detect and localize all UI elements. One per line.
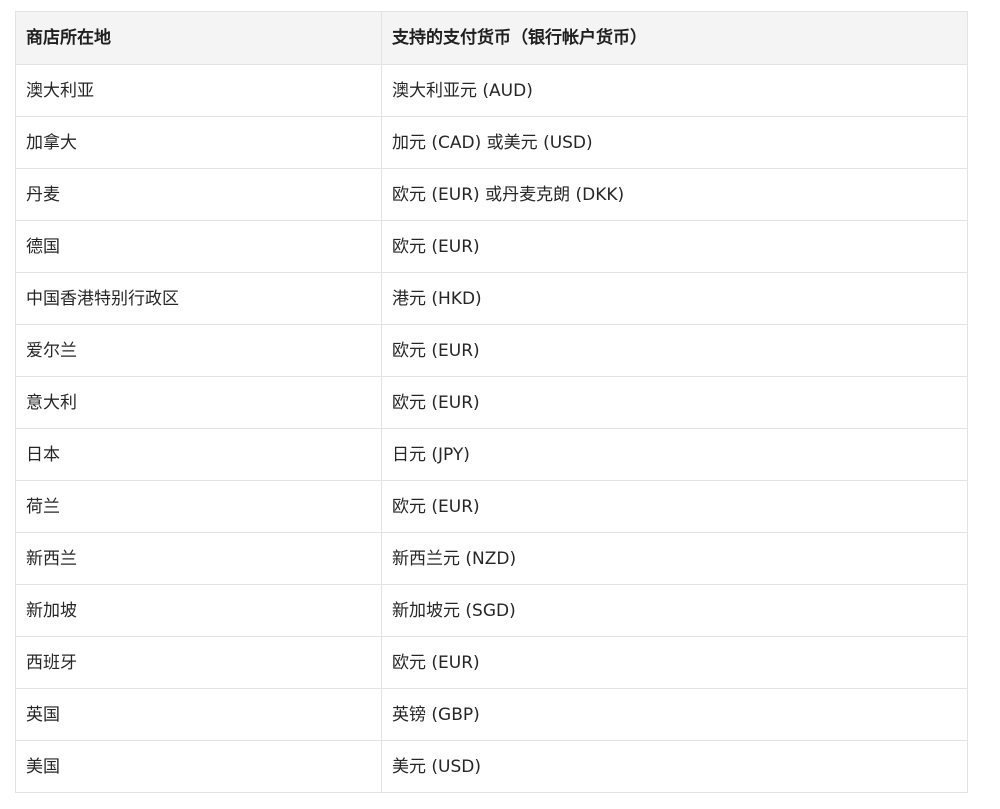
table-row: 日本 日元 (JPY)	[15, 428, 968, 481]
table-row: 新西兰 新西兰元 (NZD)	[15, 532, 968, 585]
store-location-cell: 新加坡	[15, 584, 382, 637]
table-header: 商店所在地 支持的支付货币（银行帐户货币）	[15, 11, 968, 65]
store-location-cell: 加拿大	[15, 116, 382, 169]
store-location-cell: 中国香港特别行政区	[15, 272, 382, 325]
store-location-cell: 西班牙	[15, 636, 382, 689]
table-header-row: 商店所在地 支持的支付货币（银行帐户货币）	[15, 11, 968, 65]
header-supported-currency: 支持的支付货币（银行帐户货币）	[381, 11, 968, 65]
table-row: 加拿大 加元 (CAD) 或美元 (USD)	[15, 116, 968, 169]
currency-cell: 欧元 (EUR)	[381, 324, 968, 377]
header-store-location: 商店所在地	[15, 11, 382, 65]
currency-cell: 澳大利亚元 (AUD)	[381, 64, 968, 117]
table-row: 英国 英镑 (GBP)	[15, 688, 968, 741]
store-location-cell: 澳大利亚	[15, 64, 382, 117]
table-row: 美国 美元 (USD)	[15, 740, 968, 793]
table-row: 西班牙 欧元 (EUR)	[15, 636, 968, 689]
store-location-cell: 丹麦	[15, 168, 382, 221]
currency-cell: 美元 (USD)	[381, 740, 968, 793]
store-location-cell: 意大利	[15, 376, 382, 429]
currency-cell: 港元 (HKD)	[381, 272, 968, 325]
currency-cell: 新西兰元 (NZD)	[381, 532, 968, 585]
currency-table-container: 商店所在地 支持的支付货币（银行帐户货币） 澳大利亚 澳大利亚元 (AUD) 加…	[15, 11, 968, 793]
supported-currency-table: 商店所在地 支持的支付货币（银行帐户货币） 澳大利亚 澳大利亚元 (AUD) 加…	[15, 11, 968, 793]
currency-cell: 加元 (CAD) 或美元 (USD)	[381, 116, 968, 169]
store-location-cell: 英国	[15, 688, 382, 741]
store-location-cell: 爱尔兰	[15, 324, 382, 377]
currency-cell: 新加坡元 (SGD)	[381, 584, 968, 637]
table-row: 德国 欧元 (EUR)	[15, 220, 968, 273]
table-row: 意大利 欧元 (EUR)	[15, 376, 968, 429]
table-row: 荷兰 欧元 (EUR)	[15, 480, 968, 533]
currency-cell: 日元 (JPY)	[381, 428, 968, 481]
table-row: 新加坡 新加坡元 (SGD)	[15, 584, 968, 637]
table-body: 澳大利亚 澳大利亚元 (AUD) 加拿大 加元 (CAD) 或美元 (USD) …	[15, 64, 968, 793]
currency-cell: 欧元 (EUR)	[381, 376, 968, 429]
store-location-cell: 美国	[15, 740, 382, 793]
store-location-cell: 新西兰	[15, 532, 382, 585]
currency-cell: 欧元 (EUR) 或丹麦克朗 (DKK)	[381, 168, 968, 221]
table-row: 中国香港特别行政区 港元 (HKD)	[15, 272, 968, 325]
currency-cell: 欧元 (EUR)	[381, 636, 968, 689]
currency-cell: 欧元 (EUR)	[381, 220, 968, 273]
currency-cell: 欧元 (EUR)	[381, 480, 968, 533]
table-row: 爱尔兰 欧元 (EUR)	[15, 324, 968, 377]
table-row: 丹麦 欧元 (EUR) 或丹麦克朗 (DKK)	[15, 168, 968, 221]
store-location-cell: 德国	[15, 220, 382, 273]
currency-cell: 英镑 (GBP)	[381, 688, 968, 741]
table-row: 澳大利亚 澳大利亚元 (AUD)	[15, 64, 968, 117]
store-location-cell: 日本	[15, 428, 382, 481]
store-location-cell: 荷兰	[15, 480, 382, 533]
